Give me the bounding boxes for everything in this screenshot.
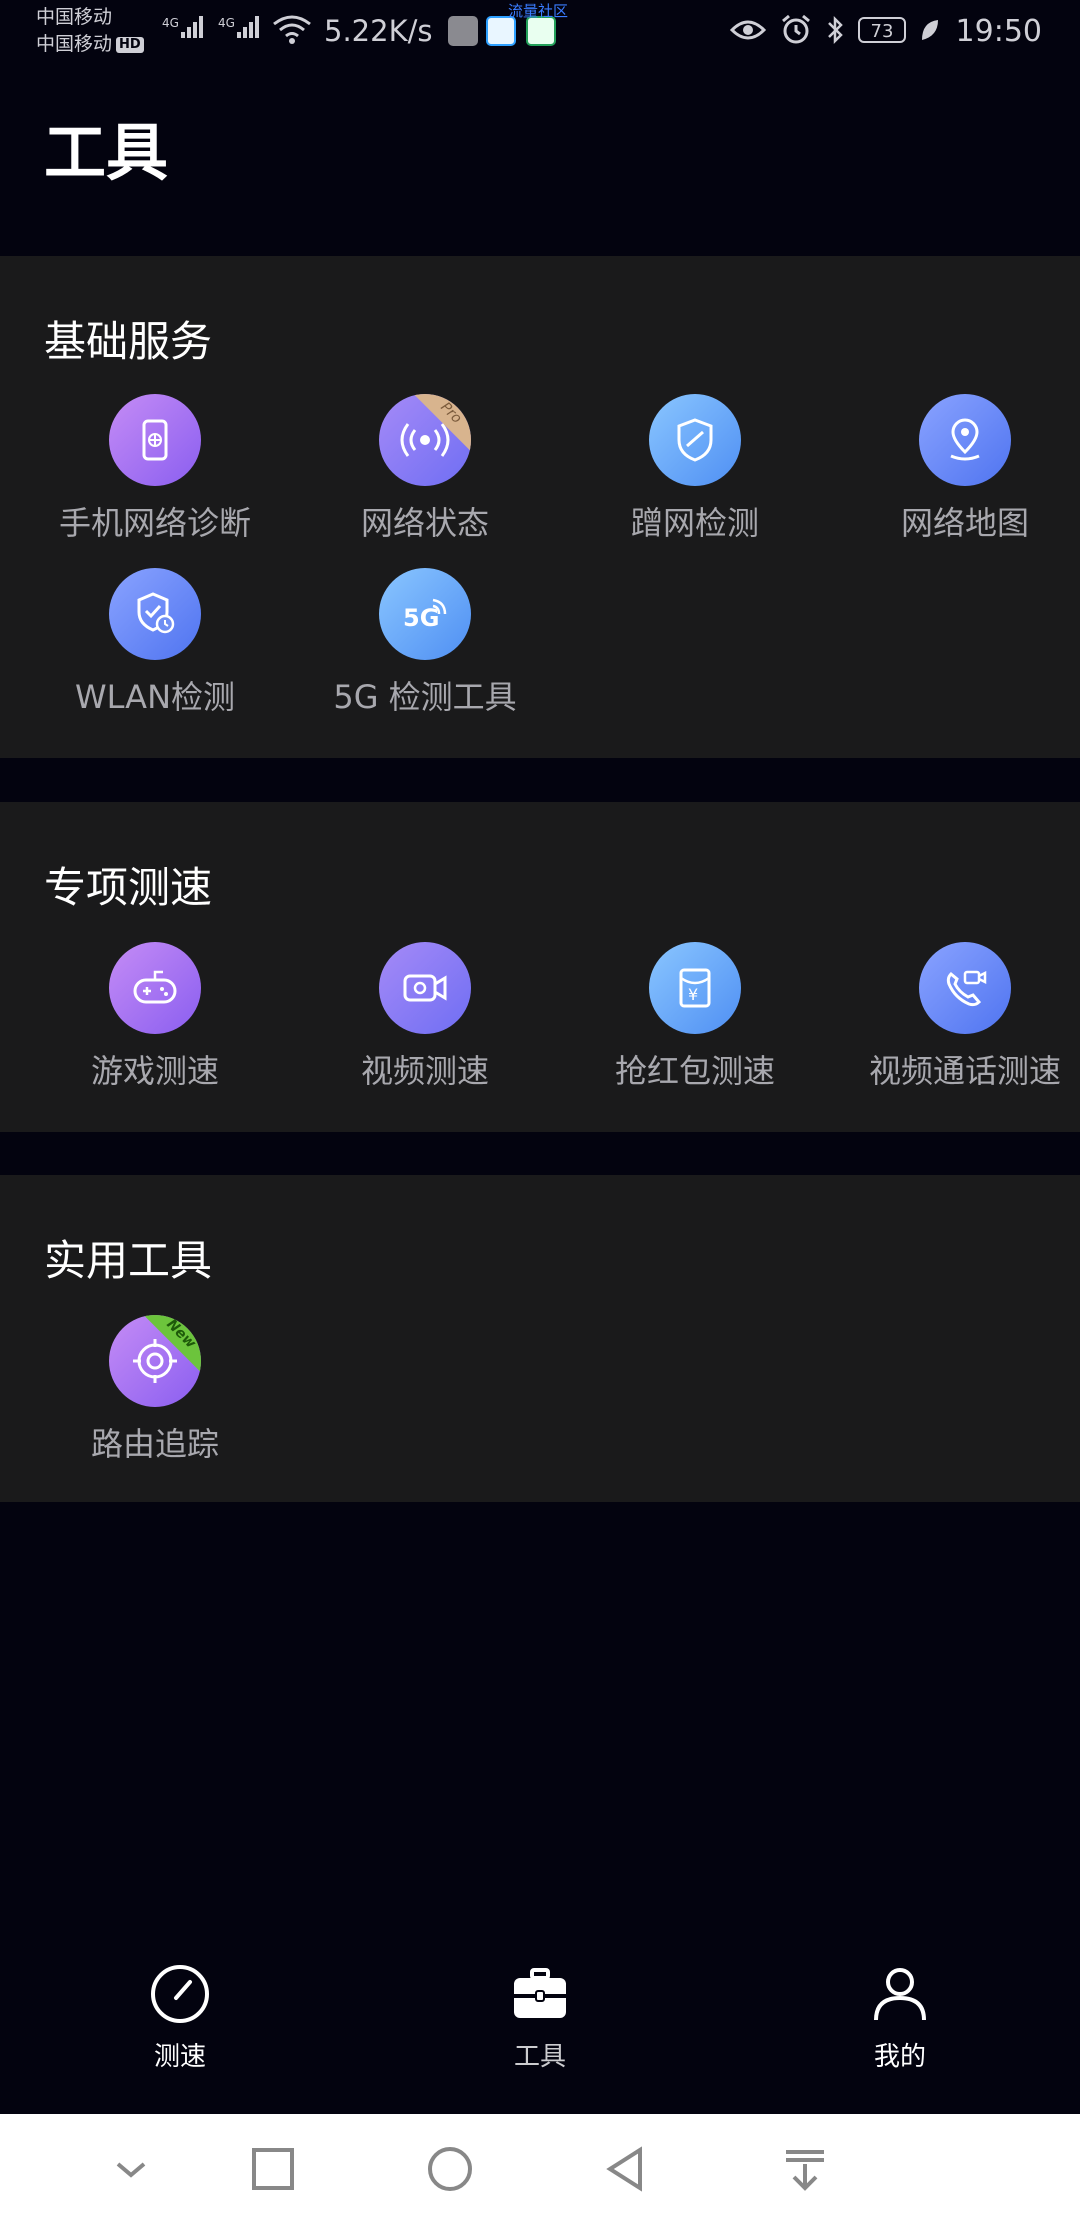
tab-label: 我的 bbox=[873, 2042, 926, 2072]
battery-icon: 73 bbox=[858, 17, 906, 43]
tool-video-speed[interactable]: 视频测速 bbox=[290, 942, 560, 1092]
tab-tools[interactable]: 工具 bbox=[440, 1962, 640, 2073]
tab-label: 测速 bbox=[153, 2042, 206, 2072]
toolbox-icon bbox=[514, 1968, 566, 2018]
video-camera-icon bbox=[379, 942, 471, 1034]
tool-game-speed[interactable]: 游戏测速 bbox=[20, 942, 290, 1092]
tool-video-call-speed[interactable]: 视频通话测速 bbox=[830, 942, 1080, 1092]
status-bar: 中国移动 中国移动 HD 4G 4G 5.22K/s 流量社区 73 19:50 bbox=[0, 0, 1080, 66]
svg-text:5G: 5G bbox=[403, 604, 439, 632]
community-label: 流量社区 bbox=[508, 2, 569, 20]
section-title: 专项测速 bbox=[44, 863, 213, 912]
tool-label: 视频通话测速 bbox=[868, 1052, 1061, 1090]
clock: 19:50 bbox=[955, 14, 1042, 49]
section-special-speed-test: 专项测速 游戏测速 视频测速 ¥ 抢红包测速 视频通话测速 bbox=[0, 802, 1080, 1132]
5g-icon: 5G bbox=[379, 568, 471, 660]
notification-pulldown-icon[interactable] bbox=[780, 2144, 830, 2194]
tool-label: 蹭网检测 bbox=[630, 504, 759, 542]
phone-network-icon bbox=[109, 394, 201, 486]
tool-5g-detection[interactable]: 5G 5G 检测工具 bbox=[290, 568, 560, 718]
shield-check-icon bbox=[109, 568, 201, 660]
tool-label: 游戏测速 bbox=[90, 1052, 219, 1090]
route-trace-icon: New bbox=[109, 1315, 201, 1407]
net-speed: 5.22K/s bbox=[324, 14, 433, 48]
section-basic-services: 基础服务 手机网络诊断 Pro 网络状态 蹭网检测 网络地图 WLAN检测 5G… bbox=[0, 256, 1080, 758]
bluetooth-icon bbox=[828, 15, 843, 45]
section-title: 实用工具 bbox=[44, 1236, 213, 1285]
signal-1-icon: 4G bbox=[162, 16, 205, 38]
speedometer-icon bbox=[151, 1965, 209, 2023]
tool-label: 网络状态 bbox=[360, 504, 489, 542]
tool-wlan-detection[interactable]: WLAN检测 bbox=[20, 568, 290, 718]
section-title: 基础服务 bbox=[44, 317, 213, 366]
tool-wifi-intrusion-detection[interactable]: 蹭网检测 bbox=[560, 394, 830, 544]
bottom-tab-bar: 测速 工具 我的 bbox=[0, 1940, 1080, 2114]
huawei-notification-icon bbox=[448, 16, 478, 46]
back-button[interactable] bbox=[602, 2144, 652, 2194]
home-button[interactable] bbox=[425, 2144, 475, 2194]
svg-text:¥: ¥ bbox=[688, 985, 698, 1004]
tool-label: 抢红包测速 bbox=[614, 1052, 775, 1090]
user-icon bbox=[874, 1968, 926, 2021]
tab-mine[interactable]: 我的 bbox=[800, 1962, 1000, 2073]
map-pin-icon bbox=[919, 394, 1011, 486]
tool-label: 视频测速 bbox=[360, 1052, 489, 1090]
tool-red-envelope-speed[interactable]: ¥ 抢红包测速 bbox=[560, 942, 830, 1092]
chevron-down-icon[interactable] bbox=[106, 2144, 156, 2194]
shield-icon bbox=[649, 394, 741, 486]
tool-phone-network-diagnosis[interactable]: 手机网络诊断 bbox=[20, 394, 290, 544]
tool-label: WLAN检测 bbox=[74, 678, 236, 716]
tab-label: 工具 bbox=[513, 2042, 566, 2072]
carrier-2: 中国移动 bbox=[36, 33, 113, 55]
gamepad-icon bbox=[109, 942, 201, 1034]
red-envelope-icon: ¥ bbox=[649, 942, 741, 1034]
tool-label: 路由追踪 bbox=[90, 1425, 219, 1463]
signal-icon: Pro bbox=[379, 394, 471, 486]
alarm-icon bbox=[782, 14, 810, 44]
leaf-icon bbox=[922, 20, 938, 40]
tool-label: 手机网络诊断 bbox=[58, 504, 251, 542]
page-title: 工具 bbox=[44, 116, 169, 189]
hd-badge: HD bbox=[116, 36, 144, 53]
carrier-1: 中国移动 bbox=[36, 6, 113, 28]
section-practical-tools: 实用工具 New 路由追踪 bbox=[0, 1175, 1080, 1502]
wifi-icon bbox=[273, 15, 311, 44]
carrier-info: 中国移动 中国移动 HD bbox=[36, 4, 144, 58]
tool-route-trace[interactable]: New 路由追踪 bbox=[20, 1315, 290, 1465]
tool-label: 网络地图 bbox=[900, 504, 1029, 542]
tool-network-status[interactable]: Pro 网络状态 bbox=[290, 394, 560, 544]
tab-speed-test[interactable]: 测速 bbox=[80, 1962, 280, 2073]
recents-button[interactable] bbox=[248, 2144, 298, 2194]
tool-label: 5G 检测工具 bbox=[333, 678, 517, 716]
signal-2-icon: 4G bbox=[218, 16, 261, 38]
eye-icon bbox=[730, 20, 766, 40]
system-nav-bar bbox=[0, 2114, 1080, 2220]
tool-network-map[interactable]: 网络地图 bbox=[830, 394, 1080, 544]
video-call-icon bbox=[919, 942, 1011, 1034]
